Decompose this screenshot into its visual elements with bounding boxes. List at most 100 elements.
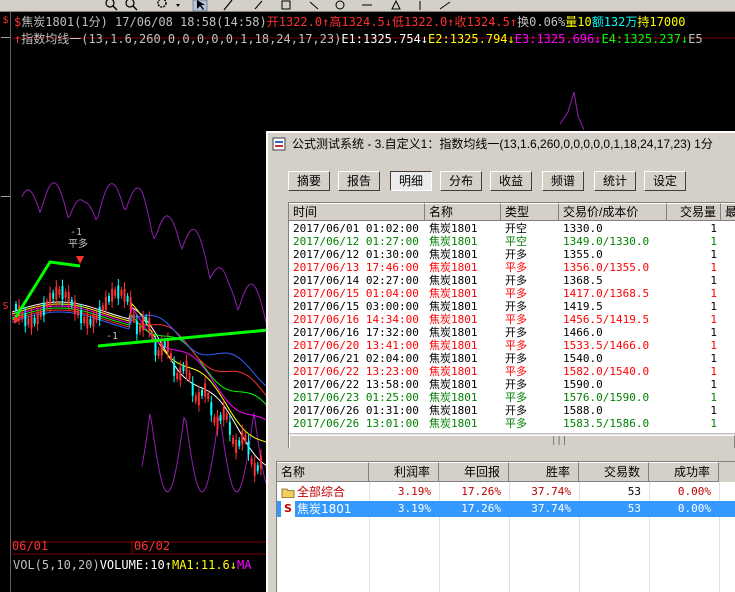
table-row[interactable]: 2017/06/20 13:41:00 焦炭1801 平多 1533.5/1466.0… — [289, 339, 735, 352]
table-cell: 1 — [710, 300, 717, 313]
summary-column-header[interactable]: 名称 — [277, 462, 369, 482]
candle-body — [197, 392, 200, 406]
settings-icon[interactable] — [157, 0, 180, 8]
formula-test-dialog[interactable]: 公式测试系统 - 3.自定义1：指数均线一(13,1.6,260,0,0,0,0… — [266, 131, 735, 592]
summary-row[interactable]: S 焦炭1801 3.19% 17.26% 37.74% 53 0.00% — [277, 501, 735, 517]
candle-body — [55, 286, 58, 300]
candle-body — [27, 318, 30, 325]
candle-body — [89, 318, 92, 325]
candle-body — [61, 286, 64, 300]
candle-body — [145, 316, 148, 323]
table-row[interactable]: 2017/06/16 17:32:00 焦炭1801 开多 1466.0 1 — [289, 326, 735, 339]
table-row[interactable]: 2017/06/23 01:25:00 焦炭1801 平多 1576.0/1590.0… — [289, 391, 735, 404]
summary-cell: 17.26% — [461, 502, 501, 515]
indicator-segment: E5 — [688, 32, 703, 46]
candle-body — [135, 321, 138, 335]
horizontal-scrollbar[interactable]: ||| — [289, 433, 735, 448]
candle-body — [182, 365, 185, 372]
zoom-in-icon[interactable] — [105, 0, 118, 11]
market-mark: $ — [2, 15, 9, 26]
table-cell: 1 — [710, 339, 717, 352]
candle-body — [83, 317, 86, 324]
table-row[interactable]: 2017/06/14 02:27:00 焦炭1801 开多 1368.5 1 — [289, 274, 735, 287]
cursor-icon[interactable] — [192, 0, 208, 12]
detail-column-header[interactable]: 类型 — [501, 203, 559, 221]
table-cell: 2017/06/12 01:30:00 — [293, 248, 419, 261]
candle-body — [95, 314, 98, 321]
table-cell: 2017/06/22 13:58:00 — [293, 378, 419, 391]
trade-detail-list[interactable]: 时间名称类型交易价/成本价交易量最 2017/06/01 01:02:00 焦炭1… — [288, 202, 735, 448]
candle-body — [253, 462, 256, 476]
table-row[interactable]: 2017/06/21 02:04:00 焦炭1801 开多 1540.0 1 — [289, 352, 735, 365]
tab-7[interactable]: 设定 — [644, 171, 686, 191]
draw-tool-icons[interactable] — [254, 0, 451, 10]
table-cell: 2017/06/12 01:27:00 — [293, 235, 419, 248]
table-cell: 平空 — [505, 235, 527, 248]
summary-column-header[interactable]: 年回报 — [439, 462, 509, 482]
volume-segment: ↑ — [164, 558, 172, 572]
tab-2[interactable]: 明细 — [390, 171, 432, 191]
table-cell: 1 — [710, 404, 717, 417]
tab-3[interactable]: 分布 — [440, 171, 482, 191]
table-cell: 开空 — [505, 222, 527, 235]
summary-cell: 37.74% — [531, 485, 571, 498]
candle-body — [241, 431, 244, 445]
purple-spike — [559, 91, 585, 131]
summary-column-header[interactable]: 利润率 — [369, 462, 439, 482]
table-cell: 1 — [710, 378, 717, 391]
table-row[interactable]: 2017/06/15 01:04:00 焦炭1801 平多 1417.0/1368.5… — [289, 287, 735, 300]
purple-envelope-line — [21, 182, 267, 323]
table-cell: 平多 — [505, 261, 527, 274]
table-row[interactable]: 2017/06/15 03:00:00 焦炭1801 开多 1419.5 1 — [289, 300, 735, 313]
candle-body — [238, 440, 241, 447]
detail-column-header[interactable]: 最 — [721, 203, 735, 221]
candle-body — [157, 349, 160, 356]
table-cell: 焦炭1801 — [429, 248, 478, 261]
candle-body — [225, 413, 228, 420]
detail-column-header[interactable]: 时间 — [289, 203, 425, 221]
line-tool-icon[interactable] — [223, 0, 233, 11]
table-row[interactable]: 2017/06/13 17:46:00 焦炭1801 平多 1356.0/1355.0… — [289, 261, 735, 274]
tab-0[interactable]: 摘要 — [288, 171, 330, 191]
table-row[interactable]: 2017/06/01 01:02:00 焦炭1801 开空 1330.0 1 — [289, 222, 735, 235]
table-cell: 焦炭1801 — [429, 300, 478, 313]
summary-row[interactable]: 全部综合 3.19% 17.26% 37.74% 53 0.00% — [277, 484, 735, 500]
s-icon: S — [281, 501, 295, 517]
zoom-out-icon[interactable] — [125, 0, 138, 11]
detail-column-header[interactable]: 交易量 — [667, 203, 721, 221]
detail-column-header[interactable]: 名称 — [425, 203, 501, 221]
table-cell: 1 — [710, 248, 717, 261]
summary-list[interactable]: 名称 利润率 年回报 胜率 交易数 成功率 全部综合 3.19% 17.26% 37.74% 53… — [276, 461, 735, 592]
date-label-0601: 06/01 — [12, 539, 49, 553]
scrollbar-thumb[interactable] — [289, 435, 735, 448]
table-row[interactable]: 2017/06/26 01:31:00 焦炭1801 开多 1588.0 1 — [289, 404, 735, 417]
quote-segment: 持17000 — [637, 15, 686, 29]
tab-1[interactable]: 报告 — [338, 171, 380, 191]
tab-4[interactable]: 收益 — [490, 171, 532, 191]
table-cell: 焦炭1801 — [429, 404, 478, 417]
candle-body — [73, 301, 76, 315]
candle-body — [67, 291, 70, 305]
table-cell: 开多 — [505, 352, 527, 365]
table-row[interactable]: 2017/06/22 13:58:00 焦炭1801 开多 1590.0 1 — [289, 378, 735, 391]
dialog-titlebar[interactable]: 公式测试系统 - 3.自定义1：指数均线一(13,1.6,260,0,0,0,0… — [268, 133, 735, 155]
table-row[interactable]: 2017/06/16 14:34:00 焦炭1801 平多 1456.5/1419.5… — [289, 313, 735, 326]
summary-column-header[interactable]: 胜率 — [509, 462, 579, 482]
table-cell: 1582.0/1540.0 — [563, 365, 650, 378]
table-cell: 2017/06/14 02:27:00 — [293, 274, 419, 287]
table-cell: 1590.0 — [563, 378, 603, 391]
table-cell: 平多 — [505, 391, 527, 404]
summary-column-header[interactable]: 交易数 — [579, 462, 649, 482]
table-row[interactable]: 2017/06/12 01:27:00 焦炭1801 平空 1349.0/1330.0… — [289, 235, 735, 248]
tab-5[interactable]: 频谱 — [542, 171, 584, 191]
candle-body — [24, 313, 27, 327]
table-row[interactable]: 2017/06/26 13:01:00 焦炭1801 平多 1583.5/1586.0… — [289, 417, 735, 430]
candle-body — [129, 297, 132, 311]
tab-6[interactable]: 统计 — [594, 171, 636, 191]
table-row[interactable]: 2017/06/22 13:23:00 焦炭1801 平多 1582.0/1540.0… — [289, 365, 735, 378]
table-cell: 1368.5 — [563, 274, 603, 287]
table-row[interactable]: 2017/06/12 01:30:00 焦炭1801 开多 1355.0 1 — [289, 248, 735, 261]
summary-column-header[interactable]: 成功率 — [649, 462, 719, 482]
left-toolbar: $ S — [0, 12, 11, 592]
detail-column-header[interactable]: 交易价/成本价 — [559, 203, 667, 221]
